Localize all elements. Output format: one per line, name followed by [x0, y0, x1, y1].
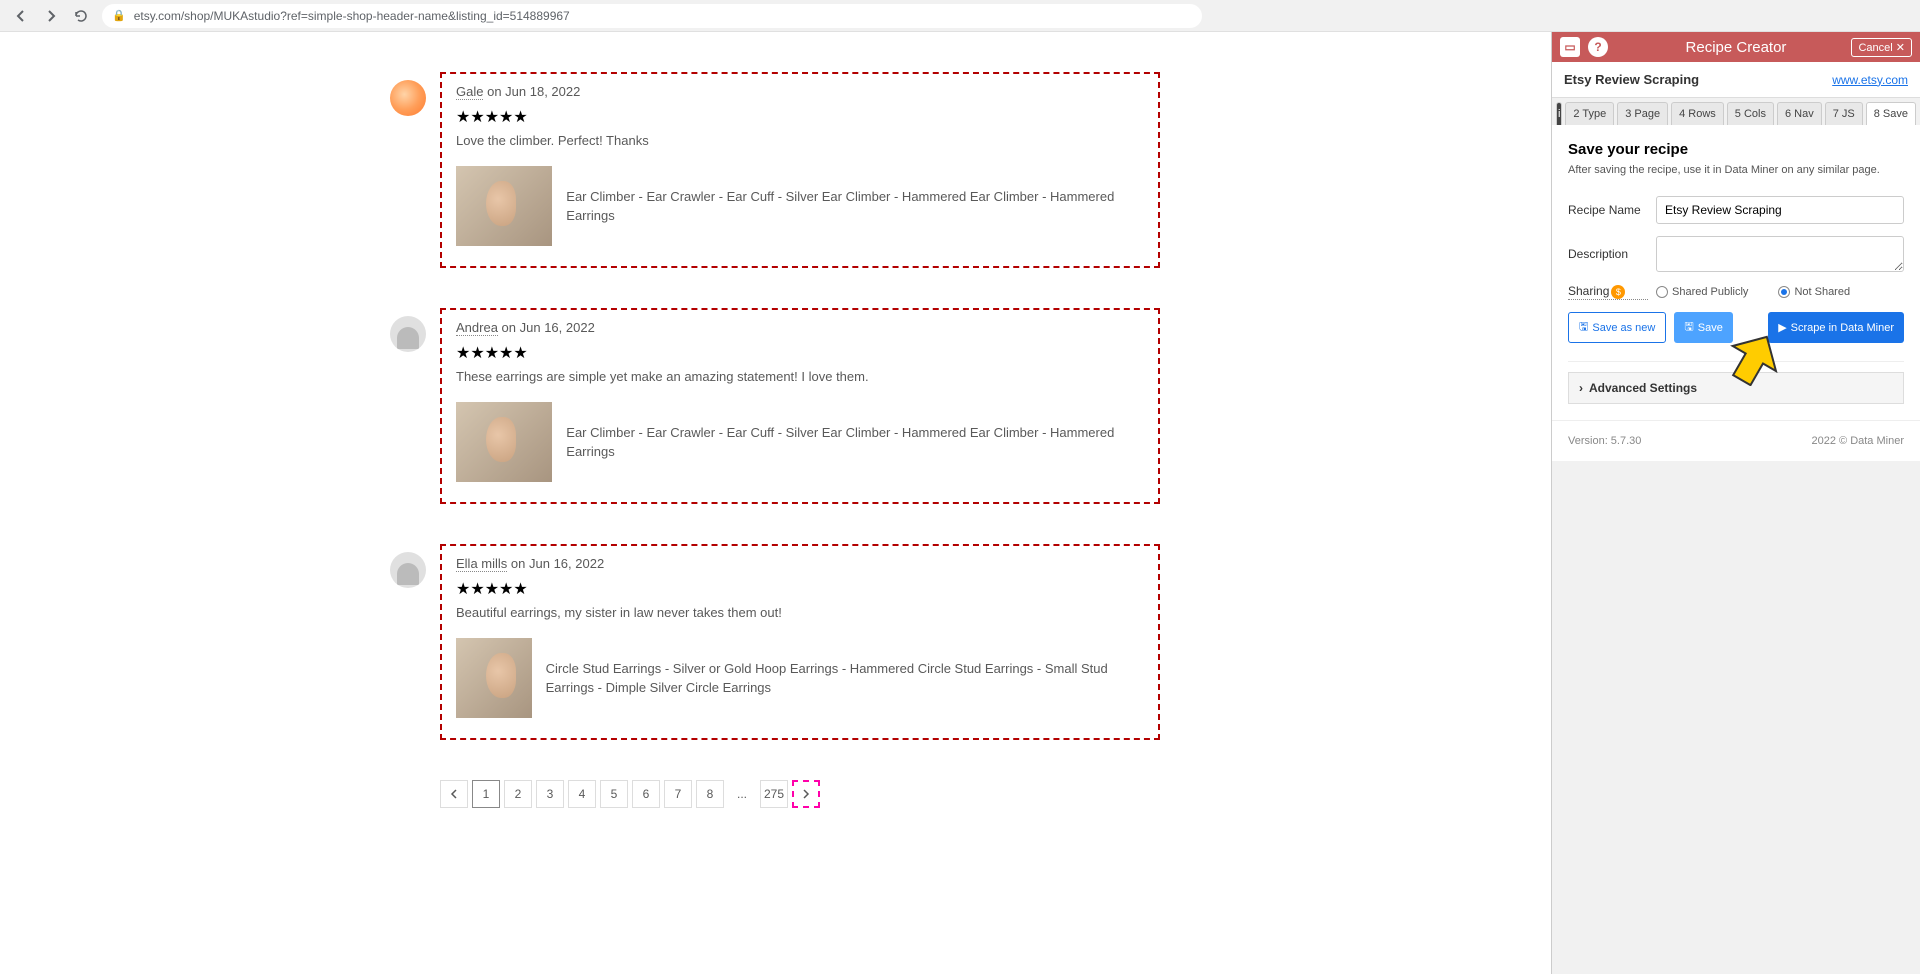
star-rating: ★★★★★ [456, 107, 1144, 127]
sharing-label: Sharing$ [1568, 284, 1648, 300]
star-rating: ★★★★★ [456, 343, 1144, 363]
reviewer-name-link[interactable]: Gale [456, 84, 483, 100]
page-number-button[interactable]: 275 [760, 780, 788, 808]
review-selection-box: Andrea on Jun 16, 2022 ★★★★★ These earri… [440, 308, 1160, 504]
reviewer-avatar[interactable] [390, 316, 426, 352]
section-description: After saving the recipe, use it in Data … [1568, 164, 1904, 176]
page-number-button[interactable]: 2 [504, 780, 532, 808]
panel-subheader: Etsy Review Scraping www.etsy.com [1552, 62, 1920, 98]
panel-footer: Version: 5.7.30 2022 © Data Miner [1552, 420, 1920, 461]
save-as-new-button[interactable]: 🖫Save as new [1568, 312, 1666, 343]
description-label: Description [1568, 247, 1648, 261]
page-number-button[interactable]: 1 [472, 780, 500, 808]
product-thumbnail[interactable] [456, 166, 552, 246]
tab-page[interactable]: 3 Page [1617, 102, 1668, 125]
review-date: on Jun 16, 2022 [502, 320, 595, 335]
product-title[interactable]: Circle Stud Earrings - Silver or Gold Ho… [546, 659, 1144, 698]
panel-body: Save your recipe After saving the recipe… [1552, 125, 1920, 420]
review-date: on Jun 18, 2022 [487, 84, 580, 99]
reload-button[interactable] [72, 7, 90, 25]
page-content: Gale on Jun 18, 2022 ★★★★★ Love the clim… [0, 32, 1551, 974]
save-button[interactable]: 🖫Save [1674, 312, 1732, 343]
scrape-in-data-miner-button[interactable]: ▶Scrape in Data Miner [1768, 312, 1904, 343]
copyright-text: 2022 © Data Miner [1812, 435, 1905, 447]
review-item: Andrea on Jun 16, 2022 ★★★★★ These earri… [440, 308, 1160, 504]
panel-header: ▭ ? Recipe Creator Cancel ✕ [1552, 32, 1920, 62]
tab-js[interactable]: 7 JS [1825, 102, 1863, 125]
not-shared-radio[interactable]: Not Shared [1778, 286, 1850, 298]
page-number-button[interactable]: 7 [664, 780, 692, 808]
recipe-name-label: Recipe Name [1568, 203, 1648, 217]
tab-save[interactable]: 8 Save [1866, 102, 1916, 125]
product-thumbnail[interactable] [456, 402, 552, 482]
play-icon: ▶ [1778, 321, 1786, 334]
lock-icon: 🔒 [112, 9, 126, 22]
section-title: Save your recipe [1568, 141, 1904, 158]
forward-button[interactable] [42, 7, 60, 25]
tab-nav[interactable]: 6 Nav [1777, 102, 1822, 125]
url-text: etsy.com/shop/MUKAstudio?ref=simple-shop… [134, 9, 570, 23]
window-icon[interactable]: ▭ [1560, 37, 1580, 57]
recipe-creator-panel: ▭ ? Recipe Creator Cancel ✕ Etsy Review … [1551, 32, 1920, 974]
product-title[interactable]: Ear Climber - Ear Crawler - Ear Cuff - S… [566, 423, 1144, 462]
save-icon: 🖫 [1579, 318, 1588, 337]
reviewer-avatar[interactable] [390, 80, 426, 116]
domain-link[interactable]: www.etsy.com [1832, 73, 1908, 87]
page-ellipsis: ... [728, 780, 756, 808]
page-next-button[interactable] [792, 780, 820, 808]
review-date: on Jun 16, 2022 [511, 556, 604, 571]
panel-title: Recipe Creator [1686, 39, 1787, 56]
review-selection-box: Gale on Jun 18, 2022 ★★★★★ Love the clim… [440, 72, 1160, 268]
review-selection-box: Ella mills on Jun 16, 2022 ★★★★★ Beautif… [440, 544, 1160, 740]
reviewer-avatar[interactable] [390, 552, 426, 588]
review-item: Ella mills on Jun 16, 2022 ★★★★★ Beautif… [440, 544, 1160, 740]
reviewer-name-link[interactable]: Ella mills [456, 556, 507, 572]
tab-type[interactable]: 2 Type [1565, 102, 1614, 125]
url-bar[interactable]: 🔒 etsy.com/shop/MUKAstudio?ref=simple-sh… [102, 4, 1202, 28]
product-thumbnail[interactable] [456, 638, 532, 718]
advanced-settings-toggle[interactable]: › Advanced Settings [1568, 372, 1904, 404]
recipe-title: Etsy Review Scraping [1564, 72, 1699, 87]
product-title[interactable]: Ear Climber - Ear Crawler - Ear Cuff - S… [566, 187, 1144, 226]
cancel-button[interactable]: Cancel ✕ [1851, 38, 1912, 57]
review-text: These earrings are simple yet make an am… [456, 369, 1144, 384]
page-prev-button[interactable] [440, 780, 468, 808]
page-number-button[interactable]: 8 [696, 780, 724, 808]
tab-info[interactable]: i [1556, 102, 1562, 125]
page-number-button[interactable]: 5 [600, 780, 628, 808]
browser-bar: 🔒 etsy.com/shop/MUKAstudio?ref=simple-sh… [0, 0, 1920, 32]
premium-badge-icon: $ [1611, 285, 1625, 299]
review-text: Love the climber. Perfect! Thanks [456, 133, 1144, 148]
review-text: Beautiful earrings, my sister in law nev… [456, 605, 1144, 620]
recipe-name-input[interactable] [1656, 196, 1904, 224]
step-tabs: i 2 Type 3 Page 4 Rows 5 Cols 6 Nav 7 JS… [1552, 98, 1920, 125]
review-item: Gale on Jun 18, 2022 ★★★★★ Love the clim… [440, 72, 1160, 268]
chevron-right-icon: › [1579, 381, 1583, 395]
pagination: 1 2 3 4 5 6 7 8 ... 275 [440, 780, 1160, 808]
save-icon: 🖫 [1684, 318, 1693, 337]
help-icon[interactable]: ? [1588, 37, 1608, 57]
description-input[interactable] [1656, 236, 1904, 272]
page-number-button[interactable]: 4 [568, 780, 596, 808]
shared-publicly-radio[interactable]: Shared Publicly [1656, 286, 1748, 298]
page-number-button[interactable]: 6 [632, 780, 660, 808]
back-button[interactable] [12, 7, 30, 25]
star-rating: ★★★★★ [456, 579, 1144, 599]
version-text: Version: 5.7.30 [1568, 435, 1641, 447]
reviewer-name-link[interactable]: Andrea [456, 320, 498, 336]
page-number-button[interactable]: 3 [536, 780, 564, 808]
tab-rows[interactable]: 4 Rows [1671, 102, 1724, 125]
tab-cols[interactable]: 5 Cols [1727, 102, 1774, 125]
